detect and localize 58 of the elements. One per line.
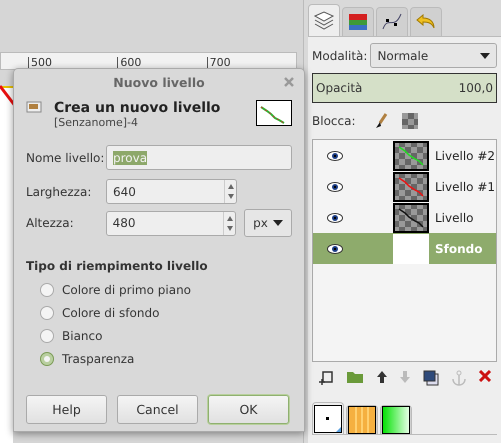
field-label: Nome livello:	[26, 150, 106, 164]
dock-tab[interactable]	[308, 4, 340, 36]
field-label: Larghezza:	[26, 184, 92, 198]
layer-thumbnail	[393, 202, 429, 232]
dropdown-arrow-icon	[273, 220, 283, 226]
layer-preview	[256, 100, 292, 126]
eye-icon[interactable]	[327, 150, 343, 160]
brush-preview-icon	[314, 404, 342, 432]
eye-icon[interactable]	[327, 244, 343, 254]
dialog-title: Nuovo livello	[113, 75, 205, 90]
dialog-button[interactable]: OK	[208, 395, 289, 424]
fill-option-radio[interactable]: Bianco	[40, 328, 292, 344]
layer-thumbnail	[393, 172, 429, 202]
gradient-icon	[382, 406, 410, 434]
spinner-arrows-icon[interactable]	[223, 212, 236, 234]
pattern-icon	[348, 406, 376, 434]
delete-icon[interactable]	[478, 370, 491, 382]
width-field[interactable]: 640	[106, 179, 237, 204]
opacity-slider[interactable]: Opacità 100,0	[312, 73, 497, 103]
layer-name: Sfondo	[435, 242, 482, 256]
eye-icon[interactable]	[327, 212, 343, 222]
folder-icon[interactable]	[346, 370, 364, 384]
dialog-button[interactable]: Help	[26, 395, 107, 424]
duplicate-icon[interactable]	[423, 370, 440, 386]
layer-name: Livello #1	[435, 180, 496, 194]
layer-row[interactable]: Livello #2	[313, 140, 496, 171]
layers-icon	[312, 10, 336, 32]
dock-tab[interactable]	[380, 405, 412, 434]
spinner-arrows-icon[interactable]	[224, 180, 236, 203]
dock-tab[interactable]	[376, 7, 408, 36]
dialog-button[interactable]: Cancel	[117, 395, 198, 424]
layer-name: Livello	[435, 210, 474, 224]
image-name: [Senzanome]-4	[54, 116, 139, 129]
dialog-heading: Crea un nuovo livello	[54, 100, 222, 116]
eye-icon[interactable]	[327, 182, 343, 192]
layer-thumbnail	[393, 234, 429, 264]
unit-dropdown[interactable]: px	[244, 209, 292, 237]
field-label: Altezza:	[26, 216, 75, 230]
fill-option-radio[interactable]: Colore di sfondo	[40, 305, 292, 321]
up-arrow-icon[interactable]	[376, 370, 388, 384]
fill-option-radio[interactable]: Colore di primo piano	[40, 282, 292, 298]
dropdown-arrow-icon	[480, 52, 490, 58]
dock-tab[interactable]	[312, 402, 344, 434]
layer-row[interactable]: Livello #1	[313, 171, 496, 202]
new-layer-icon[interactable]	[318, 370, 334, 386]
layer-name: Livello #2	[435, 148, 496, 162]
lock-label: Blocca:	[312, 114, 356, 128]
layer-row[interactable]: Livello	[313, 202, 496, 233]
section-title: Tipo di riempimento livello	[26, 259, 209, 273]
mode-dropdown[interactable]: Normale	[370, 43, 497, 68]
checkerboard-icon[interactable]	[402, 113, 418, 129]
channels-icon	[346, 11, 370, 33]
dock-tab[interactable]	[346, 405, 378, 434]
fill-option-radio[interactable]: Trasparenza	[40, 351, 292, 367]
layer-thumbnail	[393, 140, 429, 170]
paintbrush-icon[interactable]	[374, 113, 388, 129]
mode-label: Modalità:	[312, 48, 368, 62]
height-field[interactable]: 480	[106, 210, 236, 236]
